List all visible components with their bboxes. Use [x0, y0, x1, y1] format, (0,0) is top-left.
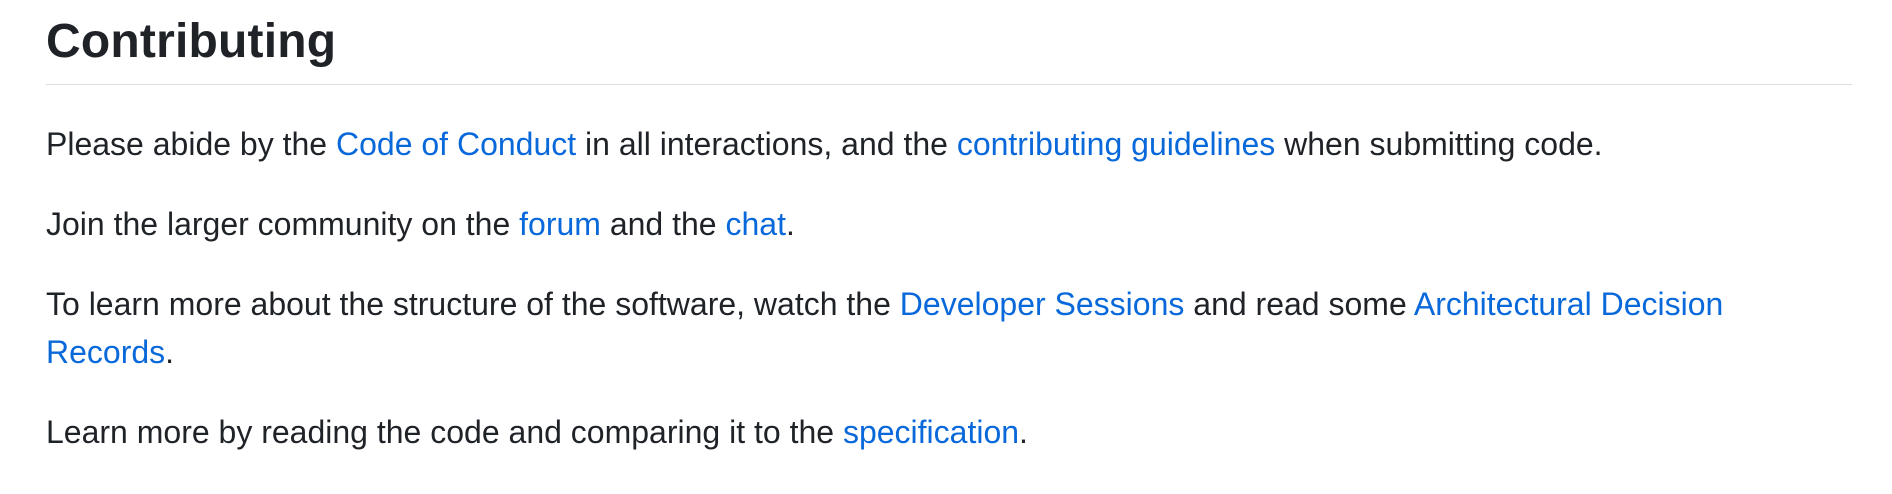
text: when submitting code. [1275, 126, 1603, 162]
text: To learn more about the structure of the… [46, 286, 900, 322]
text: Please abide by the [46, 126, 336, 162]
paragraph-structure: To learn more about the structure of the… [46, 280, 1852, 376]
chat-link[interactable]: chat [725, 206, 785, 242]
paragraph-code-of-conduct: Please abide by the Code of Conduct in a… [46, 120, 1852, 168]
contributing-guidelines-link[interactable]: contributing guidelines [957, 126, 1275, 162]
code-of-conduct-link[interactable]: Code of Conduct [336, 126, 576, 162]
text: in all interactions, and the [576, 126, 957, 162]
text: . [1019, 414, 1028, 450]
paragraph-community: Join the larger community on the forum a… [46, 200, 1852, 248]
text: and the [600, 206, 726, 242]
text: . [165, 334, 175, 370]
text: and read some [1184, 286, 1414, 322]
readme-section: Contributing Please abide by the Code of… [46, 0, 1852, 456]
text: Join the larger community on the [46, 206, 520, 242]
section-heading: Contributing [46, 0, 1852, 85]
text: Learn more by reading the code and compa… [46, 414, 843, 450]
specification-link[interactable]: specification [843, 414, 1019, 450]
paragraph-specification: Learn more by reading the code and compa… [46, 408, 1852, 456]
developer-sessions-link[interactable]: Developer Sessions [900, 286, 1185, 322]
text: . [785, 206, 795, 242]
forum-link[interactable]: forum [519, 206, 601, 242]
